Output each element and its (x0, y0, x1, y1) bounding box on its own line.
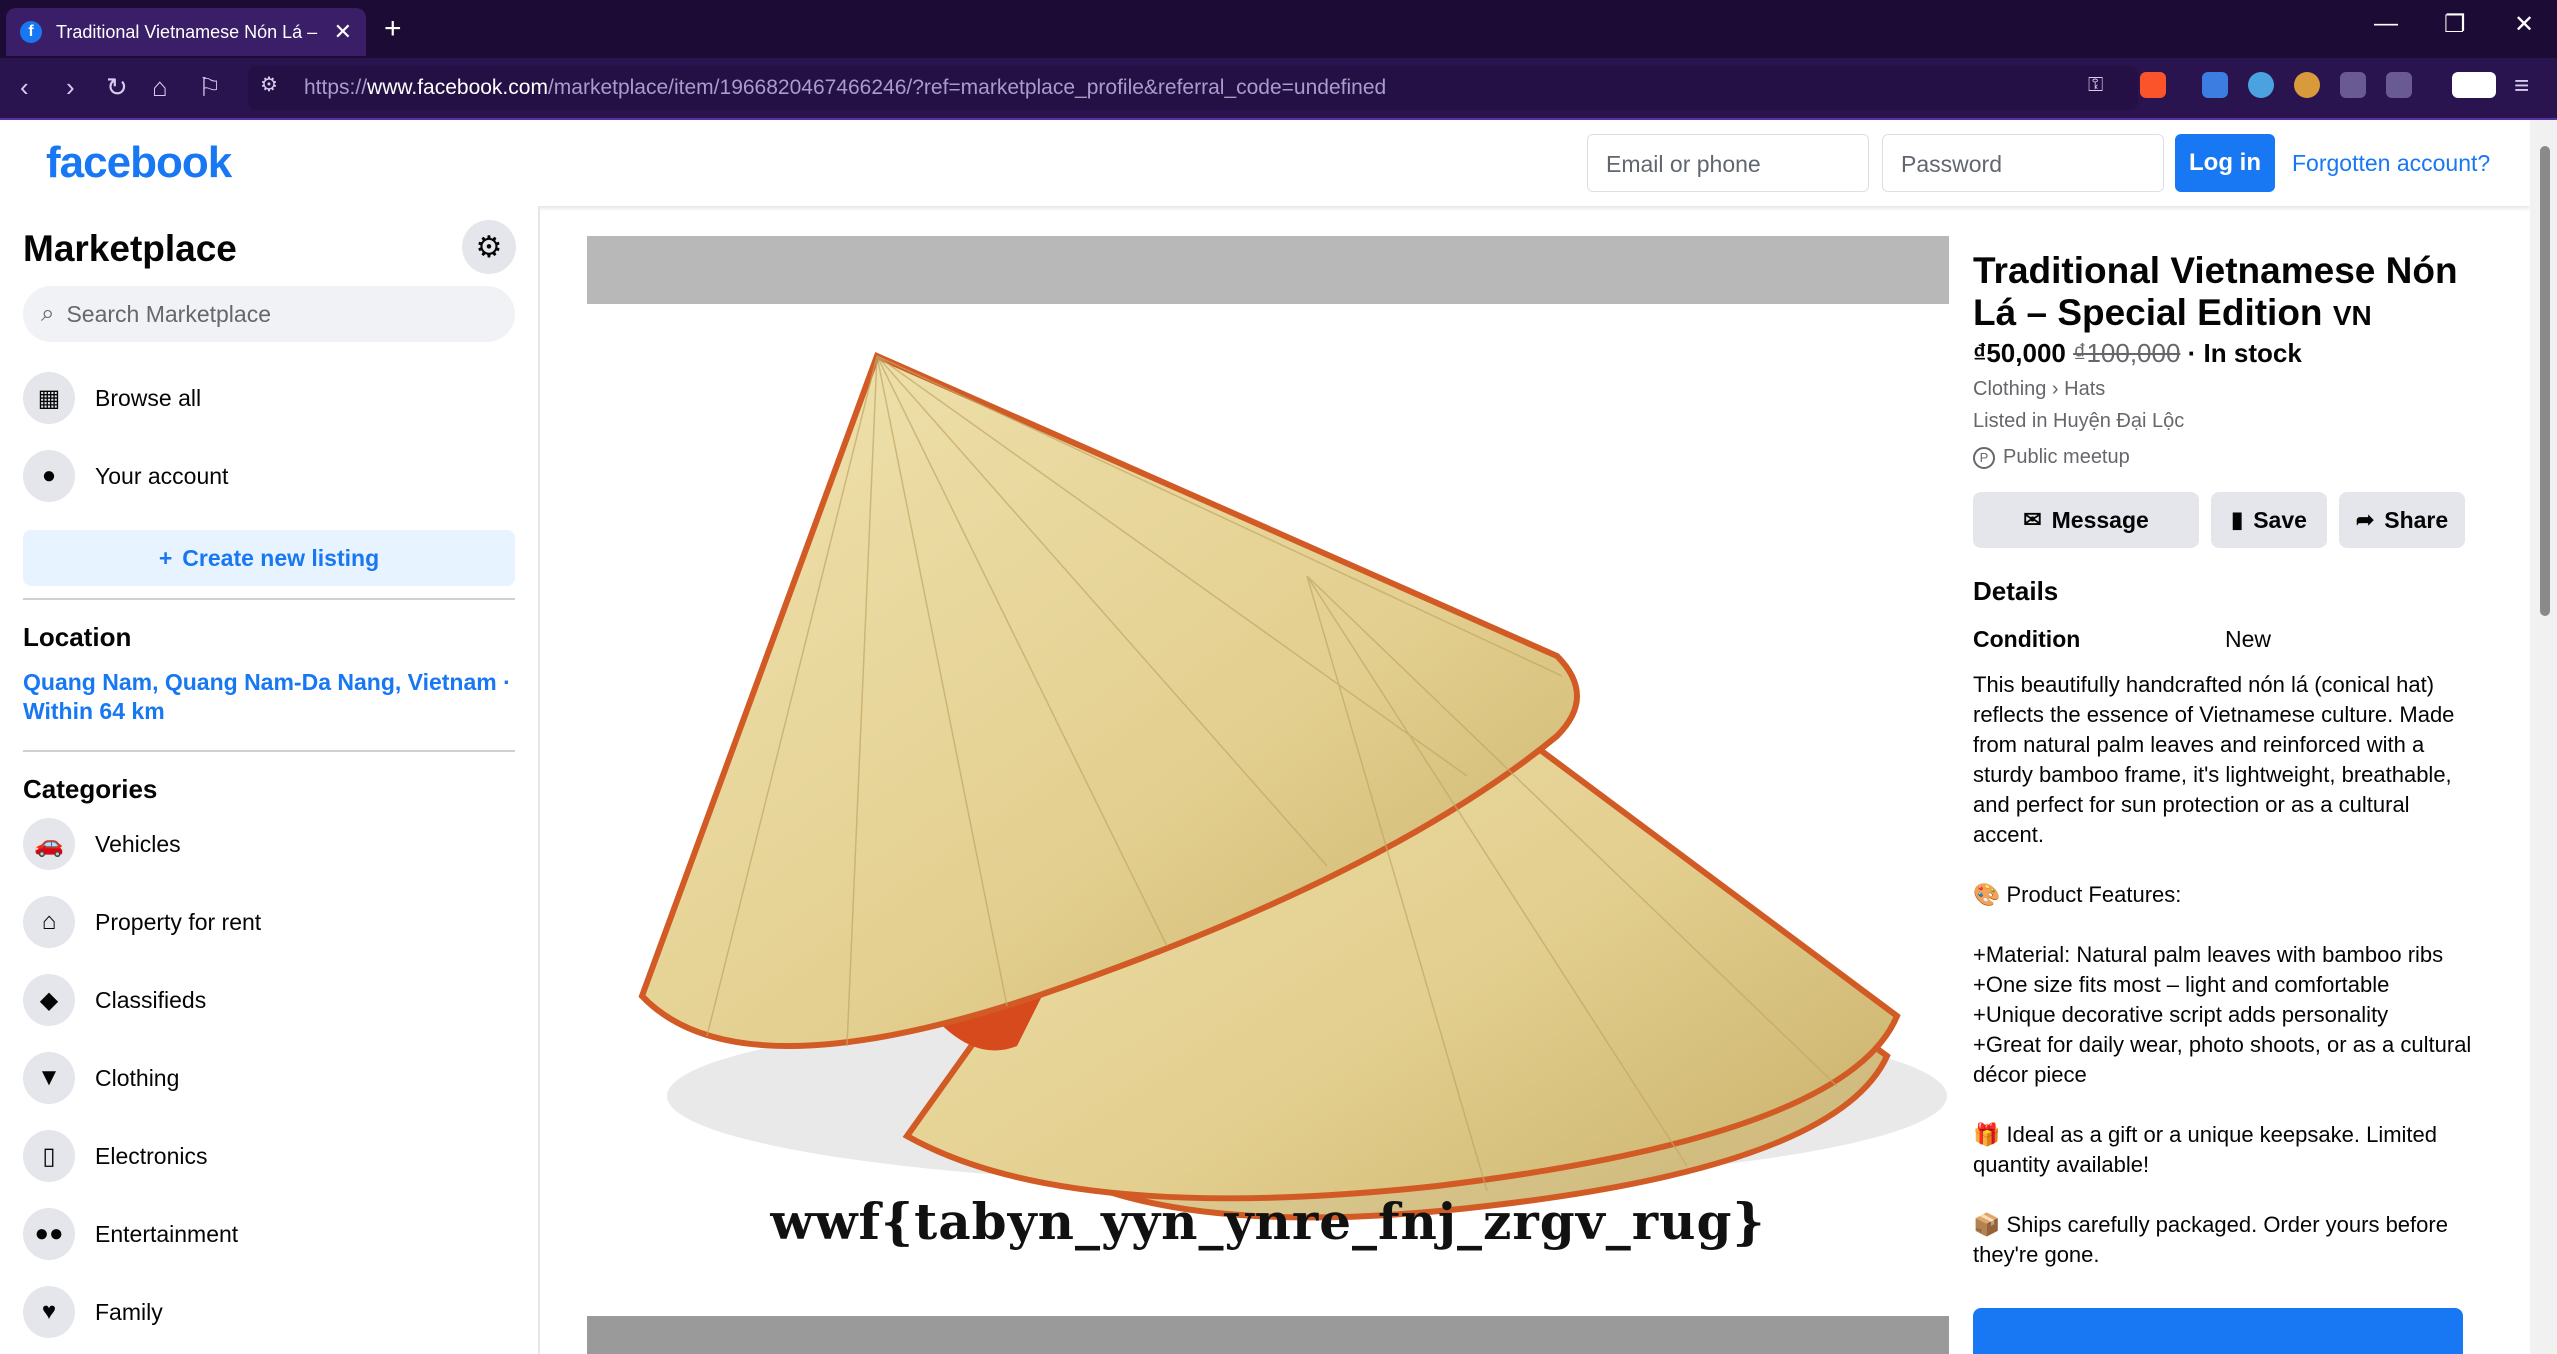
key-icon[interactable]: ⚿ (2088, 74, 2103, 97)
details-title: Details (1973, 576, 2059, 606)
cookie-icon[interactable] (2294, 72, 2320, 98)
login-button[interactable]: Log in (2175, 134, 2275, 192)
site-info-icon[interactable]: ⚙ (260, 72, 278, 97)
category-path[interactable]: Clothing › Hats (1973, 378, 2105, 401)
category-vehicles[interactable]: 🚗 Vehicles (23, 816, 181, 872)
condition-value: New (2225, 626, 2272, 652)
messenger-icon: ✉ (2023, 507, 2042, 532)
restore-icon[interactable]: ❐ (2444, 10, 2466, 39)
plus-icon: + (158, 544, 173, 571)
profile-icon[interactable] (2452, 72, 2496, 98)
browser-tab[interactable]: f Traditional Vietnamese Nón Lá – ✕ (6, 8, 366, 56)
close-tab-icon[interactable]: ✕ (334, 19, 352, 45)
divider (23, 750, 515, 752)
home-icon[interactable]: ⌂ (152, 72, 168, 103)
search-input[interactable]: ⌕ Search Marketplace (23, 286, 515, 342)
window-close-icon[interactable]: ✕ (2514, 10, 2534, 39)
listing-description: This beautifully handcrafted nón lá (con… (1973, 672, 2472, 1267)
search-icon: ⌕ (41, 300, 55, 327)
back-icon[interactable]: ‹ (20, 72, 29, 103)
old-price: ₫100,000 (2073, 338, 2181, 368)
image-bottom-band (587, 1316, 1949, 1354)
sidebar-icon[interactable] (2386, 72, 2412, 98)
location-link[interactable]: Quang Nam, Quang Nam-Da Nang, Vietnam · … (23, 668, 515, 726)
extension-icon[interactable] (2248, 72, 2274, 98)
reload-icon[interactable]: ↻ (106, 72, 128, 103)
divider (23, 598, 515, 600)
location-title: Location (23, 622, 132, 652)
category-clothing[interactable]: ▼ Clothing (23, 1050, 179, 1106)
send-message-button[interactable] (1973, 1308, 2463, 1354)
heart-icon: ♥ (23, 1286, 75, 1338)
forward-icon[interactable]: › (66, 72, 75, 103)
parking-icon: P (1973, 446, 1995, 469)
address-bar[interactable]: ⚙ https://www.facebook.com/marketplace/i… (248, 66, 2138, 110)
sidebar-item-your-account[interactable]: ● Your account (23, 448, 228, 504)
store-icon: ▦ (23, 372, 75, 424)
brave-shield-icon[interactable] (2140, 72, 2166, 98)
facebook-logo[interactable]: facebook (46, 138, 232, 188)
password-field[interactable]: Password (1882, 134, 2164, 192)
bookmark-icon[interactable]: ⚐ (198, 72, 221, 103)
listing-image[interactable]: wwf{tabyn_yyn_ynre_fnj_zrgv_rug} (587, 236, 1949, 1354)
save-button[interactable]: ▮ Save (2211, 492, 2327, 548)
forgot-account-link[interactable]: Forgotten account? (2292, 150, 2490, 177)
facebook-favicon-icon: f (20, 21, 42, 43)
sidebar-item-browse-all[interactable]: ▦ Browse all (23, 370, 201, 426)
category-electronics[interactable]: ▯ Electronics (23, 1128, 207, 1184)
listing-details-panel: Traditional Vietnamese Nón Lá – Special … (1949, 236, 2489, 1354)
create-listing-button[interactable]: + Create new listing (23, 530, 515, 586)
category-classifieds[interactable]: ◆ Classifieds (23, 972, 206, 1028)
listed-location: Listed in Huyện Đại Lộc (1973, 410, 2185, 432)
share-button[interactable]: ➦ Share (2339, 492, 2465, 548)
conical-hat-image (638, 351, 1947, 1221)
car-icon: 🚗 (23, 818, 75, 870)
menu-icon[interactable]: ≡ (2514, 70, 2529, 101)
browser-nav-bar: ‹ › ↻ ⌂ ⚐ ⚙ https://www.facebook.com/mar… (0, 58, 2557, 120)
public-meetup: P Public meetup (1973, 446, 2130, 469)
url-text: https://www.facebook.com/marketplace/ite… (304, 76, 1387, 99)
category-property-for-rent[interactable]: ⌂ Property for rent (23, 894, 261, 950)
marketplace-title: Marketplace (23, 228, 237, 269)
people-icon: ●● (23, 1208, 75, 1260)
condition-label: Condition (1973, 626, 2081, 652)
scrollbar-thumb[interactable] (2540, 146, 2550, 616)
person-icon: ● (23, 450, 75, 502)
minimize-icon[interactable]: — (2374, 10, 2398, 38)
tag-icon: ◆ (23, 974, 75, 1026)
category-family[interactable]: ♥ Family (23, 1284, 163, 1340)
tab-title: Traditional Vietnamese Nón Lá – (56, 21, 318, 42)
new-tab-icon[interactable]: + (384, 12, 402, 46)
browser-tab-bar: f Traditional Vietnamese Nón Lá – ✕ + — … (0, 0, 2557, 58)
shirt-icon: ▼ (23, 1052, 75, 1104)
listing-title: Traditional Vietnamese Nón Lá – Special … (1973, 250, 2458, 333)
stock-status: · In stock (2180, 338, 2302, 368)
house-icon: ⌂ (23, 896, 75, 948)
puzzle-icon[interactable] (2340, 72, 2366, 98)
category-entertainment[interactable]: ●● Entertainment (23, 1206, 238, 1262)
image-caption: wwf{tabyn_yyn_ynre_fnj_zrgv_rug} (770, 1192, 1766, 1251)
listing-price: ₫50,000 ₫100,000 · In stock (1973, 338, 2302, 368)
bookmark-icon: ▮ (2231, 507, 2244, 532)
categories-title: Categories (23, 774, 158, 804)
facebook-header: facebook Email or phone Password Log in … (0, 120, 2530, 206)
marketplace-sidebar: Marketplace ⚙ ⌕ Search Marketplace ▦ Bro… (0, 206, 540, 1354)
settings-gear-icon[interactable]: ⚙ (462, 220, 516, 274)
email-field[interactable]: Email or phone (1587, 134, 1869, 192)
share-icon: ➦ (2355, 507, 2375, 532)
translate-icon[interactable] (2202, 72, 2228, 98)
message-button[interactable]: ✉ Message (1973, 492, 2199, 548)
phone-icon: ▯ (23, 1130, 75, 1182)
country-badge: VN (2332, 300, 2372, 331)
